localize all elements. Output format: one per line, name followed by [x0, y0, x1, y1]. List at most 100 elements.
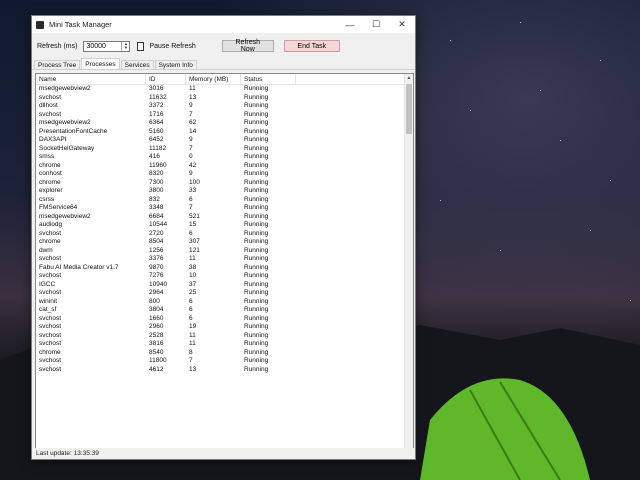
table-row[interactable]: smss 416 0 Running [36, 153, 413, 162]
process-name: svchost [39, 314, 62, 322]
pause-refresh-checkbox[interactable] [137, 41, 145, 51]
process-memory: 11 [189, 85, 196, 92]
process-name: svchost [39, 289, 62, 296]
table-row[interactable]: csrss 832 6 Running [36, 196, 413, 205]
process-status: Running [244, 229, 269, 237]
process-status: Running [244, 127, 269, 135]
column-header-status[interactable]: Status [241, 74, 296, 84]
process-memory: 15 [189, 221, 197, 228]
table-row[interactable]: conhost 8320 9 Running [36, 170, 413, 179]
process-memory: 33 [189, 187, 197, 194]
table-row[interactable]: dwm 1256 121 Running [36, 247, 413, 256]
title-bar[interactable]: Mini Task Manager — ☐ ✕ [32, 16, 415, 33]
window-title: Mini Task Manager [49, 20, 112, 29]
table-row[interactable]: chrome 8504 307 Running [36, 238, 413, 247]
table-row[interactable]: svchost 3816 11 Running [36, 340, 413, 349]
stepper-down-icon[interactable]: ▼ [122, 46, 129, 51]
table-row[interactable]: Fabu AI Media Creator v1.7 9870 38 Running [36, 264, 413, 273]
refresh-now-button[interactable]: Refresh Now [221, 39, 274, 53]
process-id: 3016 [149, 85, 164, 92]
table-row[interactable]: svchost 2528 11 Running [36, 332, 413, 341]
table-row[interactable]: FMService64 3348 7 Running [36, 204, 413, 213]
refresh-interval-input[interactable] [84, 42, 121, 50]
process-id: 3800 [149, 187, 164, 194]
table-row[interactable]: svchost 4612 13 Running [36, 366, 413, 375]
process-id: 3372 [149, 102, 164, 109]
table-row[interactable]: dllhost 3372 9 Running [36, 102, 413, 111]
process-status: Running [244, 144, 269, 152]
process-name: conhost [39, 170, 62, 177]
table-row[interactable]: svchost 7276 10 Running [36, 272, 413, 281]
process-memory: 19 [189, 323, 197, 330]
process-status: Running [244, 85, 269, 92]
process-status: Running [244, 110, 269, 118]
process-list[interactable]: Name ID Memory (MB) Status msedgewebview… [35, 73, 414, 459]
table-row[interactable]: chrome 8540 8 Running [36, 349, 413, 358]
process-name: svchost [39, 365, 62, 373]
table-row[interactable]: svchost 1716 7 Running [36, 111, 413, 120]
process-memory: 11 [189, 340, 196, 347]
table-row[interactable]: explorer 3800 33 Running [36, 187, 413, 196]
process-id: 8540 [149, 348, 164, 356]
process-memory: 6 [189, 314, 193, 322]
process-name: FMService64 [39, 204, 78, 211]
tab-services[interactable]: Services [120, 60, 154, 69]
table-row[interactable]: cat_sf 3804 6 Running [36, 306, 413, 315]
process-id: 6364 [149, 119, 164, 126]
process-id: 11800 [149, 357, 167, 364]
column-header-memory[interactable]: Memory (MB) [186, 74, 241, 84]
table-row[interactable]: DAX3API 6452 9 Running [36, 136, 413, 145]
process-memory: 7 [189, 110, 193, 118]
process-name: explorer [39, 187, 63, 194]
table-row[interactable]: svchost 3376 11 Running [36, 255, 413, 264]
process-id: 2960 [149, 323, 164, 330]
table-row[interactable]: SocketHelGateway 11182 7 Running [36, 145, 413, 154]
table-row[interactable]: svchost 11632 13 Running [36, 94, 413, 103]
maximize-button[interactable]: ☐ [363, 16, 389, 33]
process-memory: 25 [189, 289, 197, 296]
table-row[interactable]: msedgewebview2 3016 11 Running [36, 85, 413, 94]
table-row[interactable]: chrome 7300 100 Running [36, 179, 413, 188]
process-name: svchost [39, 323, 62, 330]
process-memory: 121 [189, 246, 200, 254]
table-row[interactable]: svchost 2720 6 Running [36, 230, 413, 239]
process-name: svchost [39, 229, 62, 237]
table-row[interactable]: msedgewebview2 6684 521 Running [36, 213, 413, 222]
minimize-button[interactable]: — [337, 16, 363, 33]
process-memory: 7 [189, 204, 193, 211]
refresh-interval-stepper[interactable]: ▲ ▼ [83, 40, 131, 52]
table-row[interactable]: audiodg 10544 15 Running [36, 221, 413, 230]
vertical-scrollbar[interactable]: ▲ ▼ [404, 74, 413, 458]
process-memory: 9 [189, 102, 193, 109]
tab-processes[interactable]: Processes [81, 58, 120, 69]
scroll-up-icon[interactable]: ▲ [405, 74, 413, 83]
table-row[interactable]: PresentationFontCache 5160 14 Running [36, 128, 413, 137]
process-memory: 38 [189, 263, 197, 271]
process-status: Running [244, 119, 269, 126]
stepper-arrows[interactable]: ▲ ▼ [121, 41, 129, 51]
tab-strip: Process Tree Processes Services System I… [32, 58, 415, 70]
table-row[interactable]: wininit 800 6 Running [36, 298, 413, 307]
process-memory: 6 [189, 306, 193, 313]
close-button[interactable]: ✕ [389, 16, 415, 33]
table-row[interactable]: IGCC 10940 37 Running [36, 281, 413, 290]
tab-system-info[interactable]: System Info [154, 60, 197, 69]
table-row[interactable]: svchost 1660 6 Running [36, 315, 413, 324]
process-id: 832 [149, 195, 160, 203]
process-id: 3816 [149, 340, 164, 347]
process-status: Running [244, 170, 269, 177]
column-header-id[interactable]: ID [146, 74, 186, 84]
table-row[interactable]: svchost 2960 19 Running [36, 323, 413, 332]
column-header-name[interactable]: Name [36, 74, 146, 84]
scrollbar-thumb[interactable] [406, 84, 412, 134]
refresh-interval-label: Refresh (ms) [37, 42, 78, 50]
end-task-button[interactable]: End Task [283, 40, 340, 52]
table-row[interactable]: svchost 2964 25 Running [36, 289, 413, 298]
table-row[interactable]: msedgewebview2 6364 62 Running [36, 119, 413, 128]
table-row[interactable]: chrome 11960 42 Running [36, 162, 413, 171]
process-name: svchost [39, 110, 62, 118]
process-name: IGCC [39, 280, 56, 288]
table-row[interactable]: svchost 11800 7 Running [36, 357, 413, 366]
tab-process-tree[interactable]: Process Tree [34, 60, 81, 69]
process-rows: msedgewebview2 3016 11 Running svchost 11632 1… [36, 85, 413, 374]
